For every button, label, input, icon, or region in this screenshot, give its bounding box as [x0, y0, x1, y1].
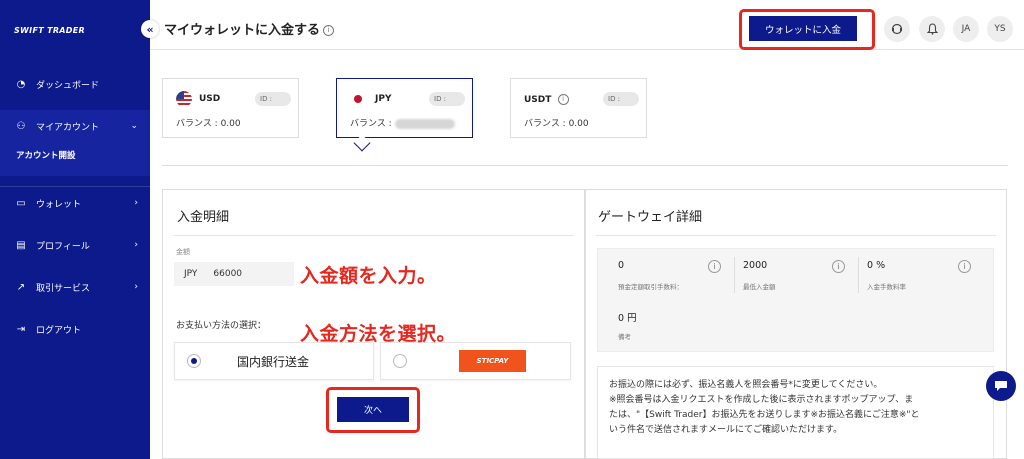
- wallet-balance: バランス : 0.00: [524, 119, 589, 129]
- currency-code: USDT: [524, 95, 552, 105]
- info-icon[interactable]: i: [323, 25, 335, 36]
- next-button[interactable]: 次へ: [337, 397, 409, 422]
- info-icon[interactable]: i: [958, 260, 971, 273]
- sidebar-item-label: ダッシュボード: [36, 80, 100, 91]
- info-icon[interactable]: i: [832, 260, 845, 273]
- sidebar-item-label: 取引サービス: [36, 283, 91, 294]
- chart-icon: ↗: [16, 281, 26, 293]
- panel-title: ゲートウェイ詳細: [598, 210, 703, 225]
- profile-icon: ▤: [16, 239, 26, 251]
- panel-divider: [173, 235, 574, 236]
- payment-method-label: お支払い方法の選択：: [176, 321, 267, 331]
- fee-label: 入金手数料率: [867, 283, 906, 291]
- wallet-id: ID :: [603, 92, 639, 106]
- payment-option-label: 国内銀行送金: [237, 354, 310, 369]
- fee-cell: 0 % 入金手数料率 i: [858, 249, 994, 301]
- dashboard-icon: ◔: [16, 78, 26, 90]
- info-icon[interactable]: i: [708, 260, 721, 273]
- us-flag-icon: [176, 91, 192, 107]
- logo: SWIFT TRADER: [14, 26, 85, 35]
- sidebar-item-profile[interactable]: ▤ プロフィール ›: [0, 231, 150, 259]
- balance-label: バランス :: [350, 119, 392, 129]
- chat-icon[interactable]: [986, 371, 1016, 401]
- fee-value: 2000: [743, 260, 768, 271]
- avatar[interactable]: YS: [987, 16, 1013, 42]
- radio-unselected[interactable]: [393, 354, 407, 368]
- sidebar: SWIFT TRADER ◔ ダッシュボード ⚇ マイアカウント ⌄ アカウント…: [0, 0, 150, 459]
- page-title: マイウォレットに入金する i: [164, 19, 335, 38]
- notice-line: ※照会番号は入金リクエストを作成した後に表示されますポップアップ、ま: [609, 395, 914, 405]
- remark-value: 0 円: [618, 313, 637, 324]
- fee-value: 0: [618, 260, 625, 271]
- annotation-enter-amount: 入金額を入力。: [300, 265, 437, 287]
- wallet-icon: ▭: [16, 197, 26, 209]
- notice-line: いう件名で送信されますメールにてご確認いただけます。: [609, 425, 843, 435]
- sidebar-item-my-account[interactable]: ⚇ マイアカウント ⌄: [0, 112, 150, 140]
- panel-divider: [596, 235, 996, 236]
- info-icon[interactable]: i: [557, 94, 569, 105]
- sidebar-item-label: ウォレット: [36, 199, 82, 210]
- language-selector[interactable]: JA: [953, 16, 979, 42]
- chevron-right-icon: ›: [134, 282, 138, 292]
- amount-value: 66000: [213, 269, 243, 279]
- gateway-fee-summary: 0 預金定額取引手数料： i 2000 最低入金額 i 0 % 入金手数料率 i…: [597, 248, 994, 352]
- page-title-text: マイウォレットに入金する: [164, 23, 321, 38]
- jp-flag-icon: [350, 91, 366, 107]
- remark-label: 備考: [618, 333, 631, 341]
- fee-label: 最低入金額: [743, 283, 776, 291]
- wallet-balance: バランス : 0.00: [176, 119, 241, 129]
- sidebar-item-dashboard[interactable]: ◔ ダッシュボード: [0, 70, 150, 98]
- notice-line: たは、"【Swift Trader】お振込先をお送りします※お振込名義にご注意※…: [609, 410, 920, 420]
- wallet-id: ID :: [429, 92, 465, 106]
- currency-name: USD: [199, 94, 221, 104]
- wallet-balance: バランス :: [350, 116, 455, 129]
- chevron-right-icon: ›: [134, 198, 138, 208]
- chevron-right-icon: ›: [134, 240, 138, 250]
- support-icon[interactable]: [884, 16, 910, 42]
- redacted-balance: [394, 118, 455, 129]
- notice-line: お振込の際には必ず、振込名義人を照会番号*に変更してください。: [609, 380, 883, 390]
- amount-currency: JPY: [184, 269, 198, 279]
- currency-name: JPY: [375, 94, 392, 104]
- sidebar-item-label: ログアウト: [36, 325, 82, 336]
- fee-value: 0 %: [867, 260, 886, 271]
- fee-cell: 0 預金定額取引手数料： i: [598, 249, 730, 301]
- sidebar-subitem-open-account[interactable]: アカウント開設: [16, 149, 76, 161]
- radio-selected[interactable]: [187, 354, 201, 368]
- fee-label: 預金定額取引手数料：: [618, 283, 683, 291]
- sidebar-item-trading-services[interactable]: ↗ 取引サービス ›: [0, 273, 150, 301]
- logout-icon: ⇥: [16, 323, 26, 335]
- annotation-select-method: 入金方法を選択。: [300, 323, 457, 345]
- fee-cell: 2000 最低入金額 i: [734, 249, 858, 301]
- wallet-card-jpy[interactable]: JPY ID : バランス :: [336, 78, 473, 138]
- sidebar-item-label: プロフィール: [36, 241, 90, 252]
- sidebar-item-label: マイアカウント: [36, 122, 100, 133]
- section-divider: [162, 165, 1008, 166]
- deposit-notice: お振込の際には必ず、振込名義人を照会番号*に変更してください。 ※照会番号は入金…: [597, 366, 994, 459]
- wallet-card-usdt[interactable]: USDT i ID : バランス : 0.00: [510, 78, 647, 138]
- account-icon: ⚇: [16, 120, 26, 132]
- amount-input[interactable]: JPY 66000: [174, 262, 294, 286]
- wallet-id: ID :: [255, 92, 291, 106]
- sidebar-item-wallet[interactable]: ▭ ウォレット ›: [0, 189, 150, 217]
- currency-name: USDT i: [524, 94, 569, 105]
- payment-option-sticpay[interactable]: STICPAY: [380, 342, 571, 380]
- sidebar-item-logout[interactable]: ⇥ ログアウト: [0, 315, 150, 343]
- deposit-to-wallet-button[interactable]: ウォレットに入金: [749, 16, 857, 41]
- chevron-down-icon: ⌄: [130, 121, 138, 131]
- wallet-card-usd[interactable]: USD ID : バランス : 0.00: [162, 78, 299, 138]
- bell-icon[interactable]: [919, 16, 945, 42]
- sticpay-logo: STICPAY: [459, 350, 526, 372]
- panel-title: 入金明細: [177, 210, 230, 225]
- collapse-sidebar-button[interactable]: «: [141, 20, 159, 38]
- sidebar-divider: [0, 186, 150, 187]
- payment-option-bank-transfer[interactable]: 国内銀行送金: [174, 342, 374, 380]
- amount-label: 金額: [176, 248, 190, 256]
